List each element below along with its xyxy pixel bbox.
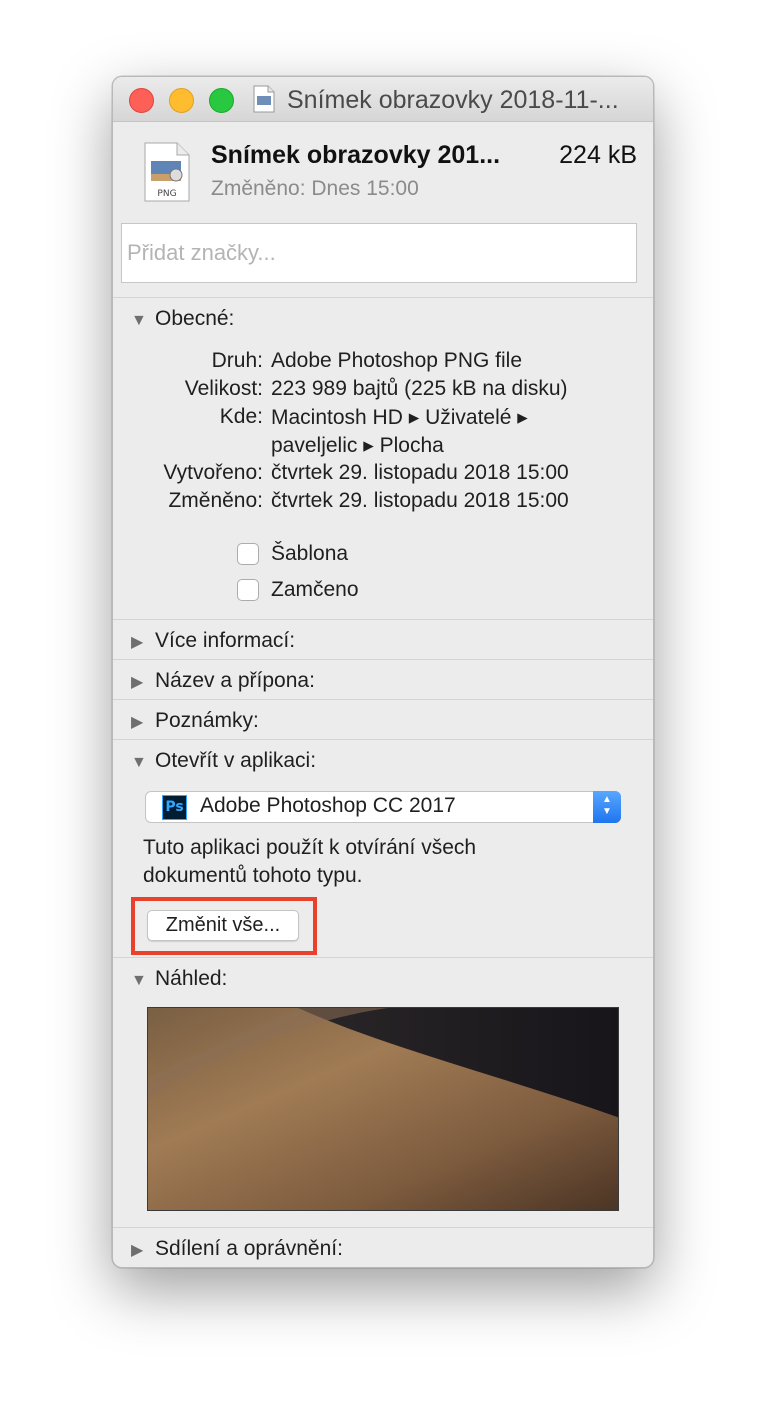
title-bar[interactable]: Snímek obrazovky 2018-11-...: [113, 77, 653, 122]
disclosure-closed-icon: ▶: [131, 1242, 144, 1259]
window-title: Snímek obrazovky 2018-11-...: [287, 86, 619, 114]
section-open-with-header[interactable]: ▼ Otevřít v aplikaci:: [131, 749, 316, 773]
dune-picture: [148, 1008, 618, 1210]
kind-value: Adobe Photoshop PNG file: [271, 349, 522, 372]
section-sharing-header[interactable]: ▶ Sdílení a oprávnění:: [131, 1237, 343, 1261]
locked-checkbox[interactable]: [237, 579, 259, 601]
section-general-header[interactable]: ▼ Obecné:: [131, 307, 234, 331]
png-file-icon: PNG: [144, 142, 190, 202]
selected-application: Adobe Photoshop CC 2017: [200, 794, 456, 817]
zoom-button[interactable]: [209, 88, 234, 113]
disclosure-closed-icon: ▶: [131, 714, 144, 731]
locked-label: Zamčeno: [271, 578, 359, 601]
file-size: 224 kB: [559, 141, 637, 169]
change-all-button[interactable]: Změnit vše...: [147, 910, 299, 941]
where-label: Kde:: [219, 405, 263, 428]
divider: [113, 957, 653, 958]
disclosure-closed-icon: ▶: [131, 634, 144, 651]
divider: [113, 739, 653, 740]
minimize-button[interactable]: [169, 88, 194, 113]
size-value: 223 989 bajtů (225 kB na disku): [271, 377, 568, 400]
modified-value: čtvrtek 29. listopadu 2018 15:00: [271, 489, 569, 512]
stationery-label: Šablona: [271, 542, 349, 565]
info-window: Snímek obrazovky 2018-11-... PNG Snímek …: [112, 76, 654, 1268]
divider: [113, 1227, 653, 1228]
file-name: Snímek obrazovky 201...: [211, 141, 501, 169]
section-name-extension-header[interactable]: ▶ Název a přípona:: [131, 669, 315, 693]
section-comments-header[interactable]: ▶ Poznámky:: [131, 709, 259, 733]
file-type-label: PNG: [157, 189, 176, 199]
disclosure-open-icon: ▼: [131, 972, 147, 989]
where-value-cont: paveljelic ▸ Plocha: [271, 434, 444, 457]
disclosure-open-icon: ▼: [131, 754, 147, 771]
created-label: Vytvořeno:: [163, 461, 263, 484]
modified-label: Změněno:: [168, 489, 263, 512]
disclosure-closed-icon: ▶: [131, 674, 144, 691]
size-label: Velikost:: [184, 377, 263, 400]
document-icon: [253, 85, 275, 113]
preview-image: [147, 1007, 619, 1211]
application-select[interactable]: Ps Adobe Photoshop CC 2017 ▲ ▼: [145, 791, 621, 823]
created-value: čtvrtek 29. listopadu 2018 15:00: [271, 461, 569, 484]
divider: [113, 699, 653, 700]
file-modified: Změněno: Dnes 15:00: [211, 177, 419, 200]
highlight-box: Změnit vše...: [131, 897, 317, 955]
where-value: Macintosh HD ▸ Uživatelé ▸: [271, 406, 528, 429]
kind-label: Druh:: [211, 349, 263, 372]
section-more-info-header[interactable]: ▶ Více informací:: [131, 629, 295, 653]
stationery-checkbox[interactable]: [237, 543, 259, 565]
divider: [113, 659, 653, 660]
photoshop-app-icon: Ps: [162, 795, 187, 820]
close-button[interactable]: [129, 88, 154, 113]
tags-input[interactable]: [121, 223, 637, 283]
divider: [113, 297, 653, 298]
select-stepper-icon[interactable]: ▲ ▼: [593, 791, 621, 823]
divider: [113, 619, 653, 620]
open-with-description: Tuto aplikaci použít k otvírání všech do…: [143, 836, 477, 887]
disclosure-open-icon: ▼: [131, 312, 147, 329]
section-preview-header[interactable]: ▼ Náhled:: [131, 967, 227, 991]
